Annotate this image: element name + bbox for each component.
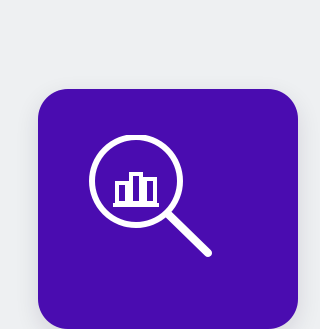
app-tile[interactable] [38, 89, 298, 329]
search-analytics-icon [88, 135, 228, 265]
